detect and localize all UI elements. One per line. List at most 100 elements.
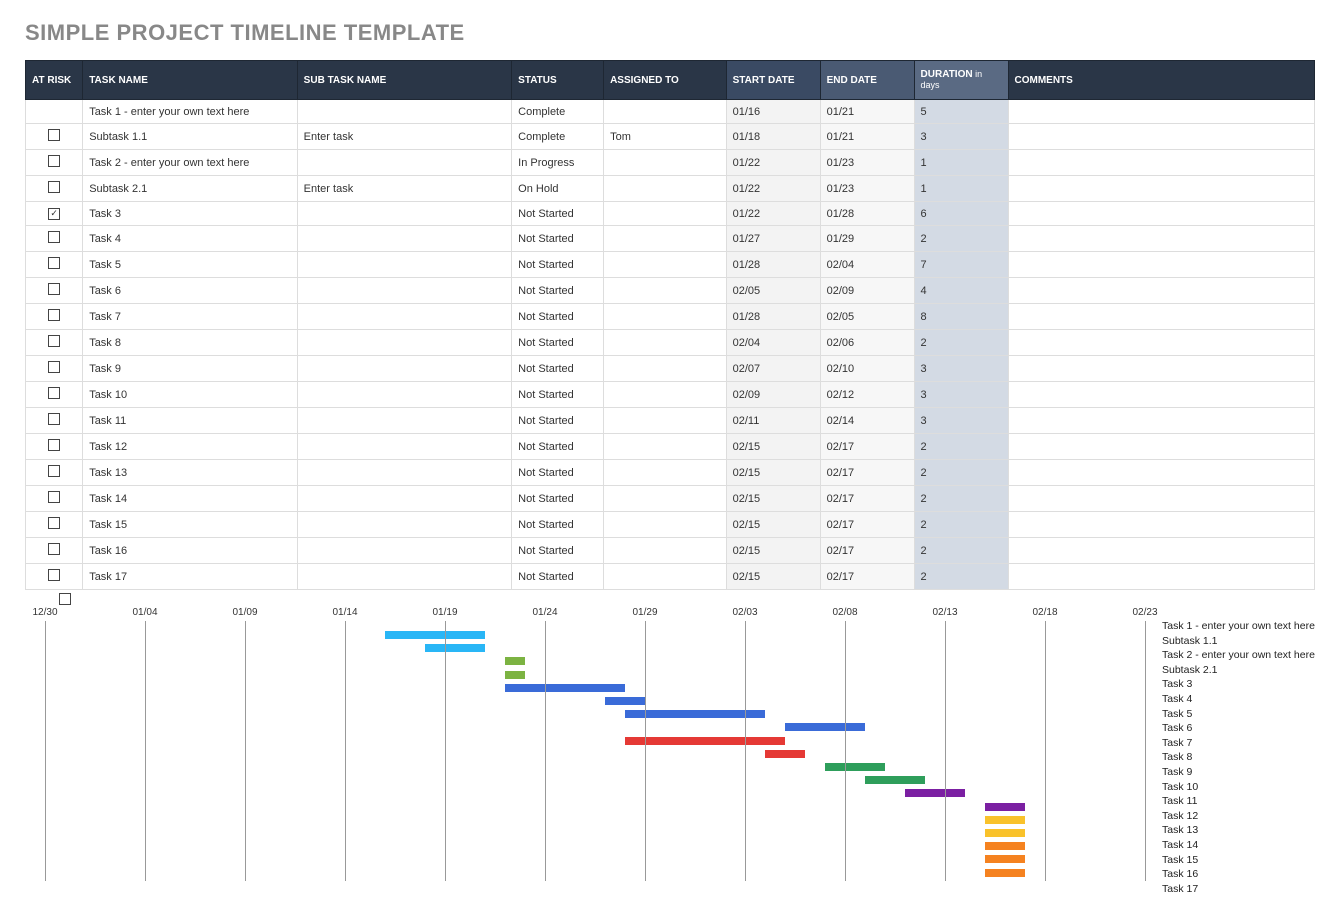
end-date-cell[interactable]: 02/17 xyxy=(820,486,914,512)
comments-cell[interactable] xyxy=(1008,252,1315,278)
start-date-cell[interactable]: 02/11 xyxy=(726,408,820,434)
assigned-cell[interactable] xyxy=(604,252,727,278)
end-date-cell[interactable]: 02/14 xyxy=(820,408,914,434)
subtask-name-cell[interactable] xyxy=(297,434,511,460)
comments-cell[interactable] xyxy=(1008,460,1315,486)
duration-cell[interactable]: 2 xyxy=(914,564,1008,590)
assigned-cell[interactable] xyxy=(604,278,727,304)
duration-cell[interactable]: 3 xyxy=(914,356,1008,382)
comments-cell[interactable] xyxy=(1008,330,1315,356)
end-date-cell[interactable]: 02/09 xyxy=(820,278,914,304)
start-date-cell[interactable]: 01/27 xyxy=(726,226,820,252)
risk-checkbox[interactable] xyxy=(48,413,60,425)
risk-checkbox[interactable] xyxy=(48,543,60,555)
assigned-cell[interactable] xyxy=(604,100,727,124)
comments-cell[interactable] xyxy=(1008,434,1315,460)
status-cell[interactable]: Not Started xyxy=(512,278,604,304)
status-cell[interactable]: Not Started xyxy=(512,460,604,486)
assigned-cell[interactable] xyxy=(604,564,727,590)
subtask-name-cell[interactable] xyxy=(297,486,511,512)
assigned-cell[interactable] xyxy=(604,202,727,226)
risk-checkbox[interactable] xyxy=(48,181,60,193)
end-date-cell[interactable]: 01/23 xyxy=(820,176,914,202)
risk-checkbox[interactable] xyxy=(48,257,60,269)
subtask-name-cell[interactable] xyxy=(297,564,511,590)
end-date-cell[interactable]: 01/29 xyxy=(820,226,914,252)
task-name-cell[interactable]: Task 16 xyxy=(83,538,297,564)
risk-checkbox[interactable] xyxy=(48,439,60,451)
comments-cell[interactable] xyxy=(1008,408,1315,434)
assigned-cell[interactable] xyxy=(604,408,727,434)
duration-cell[interactable]: 2 xyxy=(914,460,1008,486)
risk-checkbox[interactable] xyxy=(48,517,60,529)
end-date-cell[interactable]: 01/28 xyxy=(820,202,914,226)
assigned-cell[interactable] xyxy=(604,150,727,176)
status-cell[interactable]: Complete xyxy=(512,124,604,150)
comments-cell[interactable] xyxy=(1008,382,1315,408)
subtask-name-cell[interactable] xyxy=(297,304,511,330)
assigned-cell[interactable] xyxy=(604,304,727,330)
start-date-cell[interactable]: 02/15 xyxy=(726,512,820,538)
task-name-cell[interactable]: Task 11 xyxy=(83,408,297,434)
task-name-cell[interactable]: Task 3 xyxy=(83,202,297,226)
subtask-name-cell[interactable] xyxy=(297,356,511,382)
subtask-name-cell[interactable] xyxy=(297,408,511,434)
task-name-cell[interactable]: Task 13 xyxy=(83,460,297,486)
start-date-cell[interactable]: 01/18 xyxy=(726,124,820,150)
assigned-cell[interactable] xyxy=(604,512,727,538)
assigned-cell[interactable]: Tom xyxy=(604,124,727,150)
comments-cell[interactable] xyxy=(1008,564,1315,590)
assigned-cell[interactable] xyxy=(604,330,727,356)
end-date-cell[interactable]: 01/21 xyxy=(820,124,914,150)
risk-checkbox[interactable]: ✓ xyxy=(48,208,60,220)
status-cell[interactable]: Complete xyxy=(512,100,604,124)
risk-checkbox[interactable] xyxy=(48,335,60,347)
status-cell[interactable]: Not Started xyxy=(512,252,604,278)
start-date-cell[interactable]: 02/05 xyxy=(726,278,820,304)
risk-checkbox[interactable] xyxy=(48,155,60,167)
start-date-cell[interactable]: 01/28 xyxy=(726,304,820,330)
comments-cell[interactable] xyxy=(1008,486,1315,512)
comments-cell[interactable] xyxy=(1008,124,1315,150)
comments-cell[interactable] xyxy=(1008,176,1315,202)
start-date-cell[interactable]: 02/09 xyxy=(726,382,820,408)
status-cell[interactable]: Not Started xyxy=(512,304,604,330)
risk-checkbox[interactable] xyxy=(48,465,60,477)
task-name-cell[interactable]: Task 7 xyxy=(83,304,297,330)
comments-cell[interactable] xyxy=(1008,150,1315,176)
task-name-cell[interactable]: Task 15 xyxy=(83,512,297,538)
start-date-cell[interactable]: 01/22 xyxy=(726,176,820,202)
status-cell[interactable]: Not Started xyxy=(512,564,604,590)
end-date-cell[interactable]: 02/17 xyxy=(820,460,914,486)
end-date-cell[interactable]: 01/21 xyxy=(820,100,914,124)
status-cell[interactable]: Not Started xyxy=(512,202,604,226)
start-date-cell[interactable]: 01/28 xyxy=(726,252,820,278)
task-name-cell[interactable]: Task 1 - enter your own text here xyxy=(83,100,297,124)
risk-checkbox[interactable] xyxy=(48,569,60,581)
status-cell[interactable]: In Progress xyxy=(512,150,604,176)
subtask-name-cell[interactable] xyxy=(297,150,511,176)
duration-cell[interactable]: 8 xyxy=(914,304,1008,330)
task-name-cell[interactable]: Task 4 xyxy=(83,226,297,252)
status-cell[interactable]: Not Started xyxy=(512,330,604,356)
end-date-cell[interactable]: 02/17 xyxy=(820,564,914,590)
status-cell[interactable]: Not Started xyxy=(512,226,604,252)
end-date-cell[interactable]: 01/23 xyxy=(820,150,914,176)
risk-checkbox[interactable] xyxy=(48,283,60,295)
comments-cell[interactable] xyxy=(1008,226,1315,252)
comments-cell[interactable] xyxy=(1008,304,1315,330)
comments-cell[interactable] xyxy=(1008,356,1315,382)
status-cell[interactable]: Not Started xyxy=(512,434,604,460)
status-cell[interactable]: Not Started xyxy=(512,356,604,382)
assigned-cell[interactable] xyxy=(604,176,727,202)
task-name-cell[interactable]: Task 8 xyxy=(83,330,297,356)
task-name-cell[interactable]: Task 2 - enter your own text here xyxy=(83,150,297,176)
duration-cell[interactable]: 5 xyxy=(914,100,1008,124)
assigned-cell[interactable] xyxy=(604,382,727,408)
subtask-name-cell[interactable] xyxy=(297,460,511,486)
status-cell[interactable]: Not Started xyxy=(512,408,604,434)
assigned-cell[interactable] xyxy=(604,356,727,382)
duration-cell[interactable]: 2 xyxy=(914,538,1008,564)
status-cell[interactable]: Not Started xyxy=(512,486,604,512)
duration-cell[interactable]: 1 xyxy=(914,150,1008,176)
